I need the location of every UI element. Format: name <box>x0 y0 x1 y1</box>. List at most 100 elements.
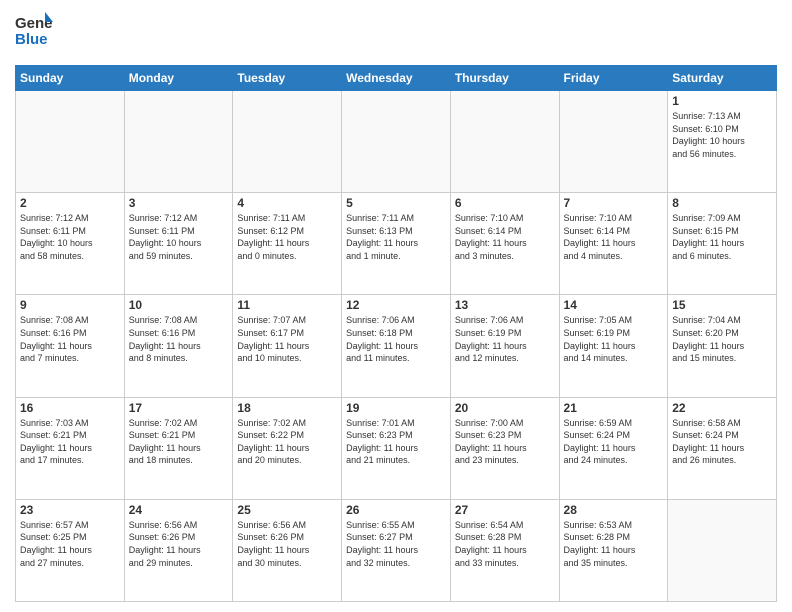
calendar-cell: 9 Sunrise: 7:08 AM Sunset: 6:16 PM Daylig… <box>16 295 125 397</box>
calendar-cell: 16 Sunrise: 7:03 AM Sunset: 6:21 PM Dayli… <box>16 397 125 499</box>
day-info: Sunrise: 6:59 AM Sunset: 6:24 PM Dayligh… <box>564 417 664 467</box>
day-number: 12 <box>346 298 446 312</box>
day-number: 18 <box>237 401 337 415</box>
day-number: 22 <box>672 401 772 415</box>
svg-text:Blue: Blue <box>15 31 48 48</box>
week-row-1: 2 Sunrise: 7:12 AM Sunset: 6:11 PM Daylig… <box>16 193 777 295</box>
calendar-cell <box>233 91 342 193</box>
page: General Blue SundayMondayTuesdayWednesda… <box>0 0 792 612</box>
day-number: 13 <box>455 298 555 312</box>
day-number: 14 <box>564 298 664 312</box>
calendar-cell: 18 Sunrise: 7:02 AM Sunset: 6:22 PM Dayli… <box>233 397 342 499</box>
day-number: 19 <box>346 401 446 415</box>
day-info: Sunrise: 7:11 AM Sunset: 6:12 PM Dayligh… <box>237 212 337 262</box>
calendar-cell: 12 Sunrise: 7:06 AM Sunset: 6:18 PM Dayli… <box>342 295 451 397</box>
day-info: Sunrise: 6:55 AM Sunset: 6:27 PM Dayligh… <box>346 519 446 569</box>
day-number: 5 <box>346 196 446 210</box>
calendar-cell: 28Sunrise: 6:53 AM Sunset: 6:28 PM Dayli… <box>559 499 668 601</box>
calendar-cell: 15 Sunrise: 7:04 AM Sunset: 6:20 PM Dayli… <box>668 295 777 397</box>
day-number: 24 <box>129 503 229 517</box>
calendar-cell: 1Sunrise: 7:13 AM Sunset: 6:10 PM Daylig… <box>668 91 777 193</box>
day-info: Sunrise: 7:11 AM Sunset: 6:13 PM Dayligh… <box>346 212 446 262</box>
week-row-0: 1Sunrise: 7:13 AM Sunset: 6:10 PM Daylig… <box>16 91 777 193</box>
week-row-3: 16 Sunrise: 7:03 AM Sunset: 6:21 PM Dayli… <box>16 397 777 499</box>
day-info: Sunrise: 6:57 AM Sunset: 6:25 PM Dayligh… <box>20 519 120 569</box>
day-info: Sunrise: 6:54 AM Sunset: 6:28 PM Dayligh… <box>455 519 555 569</box>
day-number: 28 <box>564 503 664 517</box>
calendar-cell: 10 Sunrise: 7:08 AM Sunset: 6:16 PM Dayli… <box>124 295 233 397</box>
day-number: 25 <box>237 503 337 517</box>
week-row-4: 23 Sunrise: 6:57 AM Sunset: 6:25 PM Dayli… <box>16 499 777 601</box>
day-number: 21 <box>564 401 664 415</box>
calendar-cell: 23 Sunrise: 6:57 AM Sunset: 6:25 PM Dayli… <box>16 499 125 601</box>
day-info: Sunrise: 7:09 AM Sunset: 6:15 PM Dayligh… <box>672 212 772 262</box>
calendar-cell: 13 Sunrise: 7:06 AM Sunset: 6:19 PM Dayli… <box>450 295 559 397</box>
week-row-2: 9 Sunrise: 7:08 AM Sunset: 6:16 PM Daylig… <box>16 295 777 397</box>
calendar-cell: 27 Sunrise: 6:54 AM Sunset: 6:28 PM Dayli… <box>450 499 559 601</box>
weekday-sunday: Sunday <box>16 66 125 91</box>
calendar-cell: 4 Sunrise: 7:11 AM Sunset: 6:12 PM Daylig… <box>233 193 342 295</box>
day-number: 27 <box>455 503 555 517</box>
calendar-cell <box>450 91 559 193</box>
calendar-cell: 17Sunrise: 7:02 AM Sunset: 6:21 PM Dayli… <box>124 397 233 499</box>
weekday-tuesday: Tuesday <box>233 66 342 91</box>
calendar-cell: 6Sunrise: 7:10 AM Sunset: 6:14 PM Daylig… <box>450 193 559 295</box>
day-number: 11 <box>237 298 337 312</box>
day-number: 26 <box>346 503 446 517</box>
weekday-wednesday: Wednesday <box>342 66 451 91</box>
logo: General Blue <box>15 10 53 57</box>
day-info: Sunrise: 7:10 AM Sunset: 6:14 PM Dayligh… <box>564 212 664 262</box>
day-info: Sunrise: 6:56 AM Sunset: 6:26 PM Dayligh… <box>237 519 337 569</box>
calendar: SundayMondayTuesdayWednesdayThursdayFrid… <box>15 65 777 602</box>
calendar-cell: 25 Sunrise: 6:56 AM Sunset: 6:26 PM Dayli… <box>233 499 342 601</box>
day-info: Sunrise: 6:56 AM Sunset: 6:26 PM Dayligh… <box>129 519 229 569</box>
logo-icon: General Blue <box>15 10 53 52</box>
calendar-cell: 26 Sunrise: 6:55 AM Sunset: 6:27 PM Dayli… <box>342 499 451 601</box>
day-number: 16 <box>20 401 120 415</box>
calendar-cell: 21 Sunrise: 6:59 AM Sunset: 6:24 PM Dayli… <box>559 397 668 499</box>
day-info: Sunrise: 7:04 AM Sunset: 6:20 PM Dayligh… <box>672 314 772 364</box>
calendar-cell <box>124 91 233 193</box>
weekday-friday: Friday <box>559 66 668 91</box>
day-number: 3 <box>129 196 229 210</box>
weekday-header-row: SundayMondayTuesdayWednesdayThursdayFrid… <box>16 66 777 91</box>
day-info: Sunrise: 7:07 AM Sunset: 6:17 PM Dayligh… <box>237 314 337 364</box>
calendar-cell: 3Sunrise: 7:12 AM Sunset: 6:11 PM Daylig… <box>124 193 233 295</box>
day-number: 15 <box>672 298 772 312</box>
day-info: Sunrise: 6:58 AM Sunset: 6:24 PM Dayligh… <box>672 417 772 467</box>
calendar-cell: 5 Sunrise: 7:11 AM Sunset: 6:13 PM Daylig… <box>342 193 451 295</box>
day-number: 2 <box>20 196 120 210</box>
day-number: 23 <box>20 503 120 517</box>
calendar-cell <box>668 499 777 601</box>
calendar-cell <box>16 91 125 193</box>
day-info: Sunrise: 7:12 AM Sunset: 6:11 PM Dayligh… <box>20 212 120 262</box>
calendar-cell: 14 Sunrise: 7:05 AM Sunset: 6:19 PM Dayli… <box>559 295 668 397</box>
day-number: 17 <box>129 401 229 415</box>
calendar-cell: 20Sunrise: 7:00 AM Sunset: 6:23 PM Dayli… <box>450 397 559 499</box>
day-number: 4 <box>237 196 337 210</box>
day-info: Sunrise: 7:08 AM Sunset: 6:16 PM Dayligh… <box>20 314 120 364</box>
day-number: 8 <box>672 196 772 210</box>
day-info: Sunrise: 7:05 AM Sunset: 6:19 PM Dayligh… <box>564 314 664 364</box>
calendar-cell <box>342 91 451 193</box>
calendar-cell: 19 Sunrise: 7:01 AM Sunset: 6:23 PM Dayli… <box>342 397 451 499</box>
day-number: 9 <box>20 298 120 312</box>
header: General Blue <box>15 10 777 57</box>
day-info: Sunrise: 7:01 AM Sunset: 6:23 PM Dayligh… <box>346 417 446 467</box>
calendar-cell: 24 Sunrise: 6:56 AM Sunset: 6:26 PM Dayli… <box>124 499 233 601</box>
day-number: 7 <box>564 196 664 210</box>
day-info: Sunrise: 7:06 AM Sunset: 6:19 PM Dayligh… <box>455 314 555 364</box>
day-number: 6 <box>455 196 555 210</box>
calendar-cell: 2 Sunrise: 7:12 AM Sunset: 6:11 PM Daylig… <box>16 193 125 295</box>
calendar-cell <box>559 91 668 193</box>
day-info: Sunrise: 7:02 AM Sunset: 6:22 PM Dayligh… <box>237 417 337 467</box>
day-info: Sunrise: 7:08 AM Sunset: 6:16 PM Dayligh… <box>129 314 229 364</box>
weekday-saturday: Saturday <box>668 66 777 91</box>
weekday-thursday: Thursday <box>450 66 559 91</box>
day-info: Sunrise: 7:00 AM Sunset: 6:23 PM Dayligh… <box>455 417 555 467</box>
day-info: Sunrise: 7:03 AM Sunset: 6:21 PM Dayligh… <box>20 417 120 467</box>
day-number: 10 <box>129 298 229 312</box>
calendar-cell: 22 Sunrise: 6:58 AM Sunset: 6:24 PM Dayli… <box>668 397 777 499</box>
weekday-monday: Monday <box>124 66 233 91</box>
day-info: Sunrise: 7:06 AM Sunset: 6:18 PM Dayligh… <box>346 314 446 364</box>
